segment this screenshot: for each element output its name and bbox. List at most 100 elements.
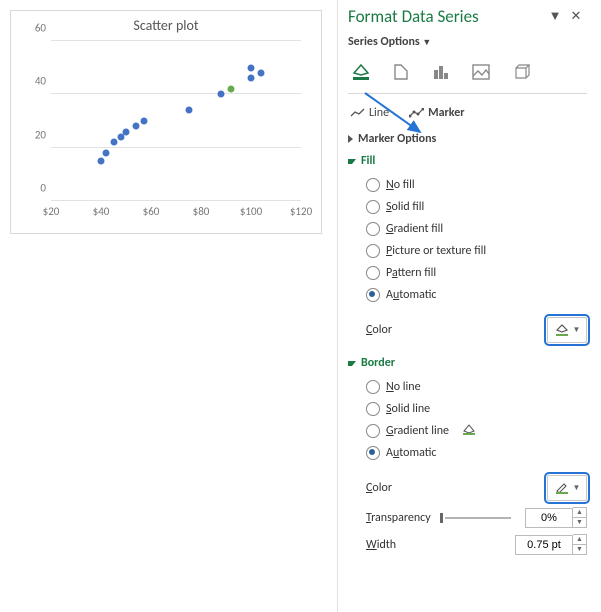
pane-window-controls: ▼ ✕ bbox=[546, 8, 585, 24]
radio-icon bbox=[366, 402, 380, 416]
chart[interactable]: Scatter plot 0204060$20$40$60$80$100$120 bbox=[10, 10, 322, 234]
fill-header-label: Fill bbox=[361, 154, 375, 168]
fill-option-grad[interactable]: Gradient fill bbox=[366, 218, 587, 240]
width-label: Width bbox=[366, 538, 396, 552]
y-axis-tick: 20 bbox=[18, 128, 46, 141]
data-point[interactable] bbox=[258, 70, 265, 77]
data-point[interactable] bbox=[98, 158, 105, 165]
radio-icon bbox=[366, 200, 380, 214]
border-option-label: Gradient line bbox=[386, 424, 449, 438]
transparency-spin[interactable]: ▲▼ bbox=[525, 507, 587, 528]
width-spin[interactable]: ▲▼ bbox=[515, 534, 587, 555]
fill-option-no[interactable]: No fill bbox=[366, 174, 587, 196]
tab-fill-line[interactable] bbox=[350, 61, 372, 83]
fill-options-list: No fill Solid fill Gradient fill Picture or… bbox=[348, 174, 587, 306]
data-point[interactable] bbox=[248, 75, 255, 82]
data-point[interactable] bbox=[218, 91, 225, 98]
border-option-auto[interactable]: Automatic bbox=[366, 442, 587, 464]
format-data-series-pane: Format Data Series ▼ ✕ Series Options ▼ bbox=[337, 0, 595, 612]
fill-option-label: No fill bbox=[386, 178, 415, 192]
fill-option-label: Picture or texture fill bbox=[386, 244, 486, 258]
line-icon bbox=[350, 108, 365, 118]
tab-3d[interactable] bbox=[510, 61, 532, 83]
border-option-label: Automatic bbox=[386, 446, 436, 460]
category-tabs bbox=[348, 61, 587, 94]
gradient-swatch-icon bbox=[455, 422, 479, 440]
data-point[interactable] bbox=[133, 123, 140, 130]
spin-down[interactable]: ▼ bbox=[573, 518, 586, 527]
chart-title: Scatter plot bbox=[11, 17, 321, 34]
width-input[interactable] bbox=[515, 535, 573, 555]
data-point[interactable] bbox=[185, 107, 192, 114]
fill-option-label: Solid fill bbox=[386, 200, 424, 214]
chevron-down-icon: ▼ bbox=[573, 483, 581, 493]
y-axis-tick: 0 bbox=[18, 182, 46, 195]
data-point[interactable] bbox=[110, 139, 117, 146]
border-options-list: No line Solid line Gradient line Automatic bbox=[348, 376, 587, 464]
fill-option-label: Gradient fill bbox=[386, 222, 443, 236]
chevron-down-icon: ▼ bbox=[573, 325, 581, 335]
border-option-grad[interactable]: Gradient line bbox=[366, 420, 587, 442]
data-point[interactable] bbox=[140, 118, 147, 125]
radio-icon bbox=[366, 266, 380, 280]
border-option-solid[interactable]: Solid line bbox=[366, 398, 587, 420]
paint-bucket-icon bbox=[554, 322, 570, 338]
fill-color-label: Color bbox=[366, 323, 392, 337]
border-option-no[interactable]: No line bbox=[366, 376, 587, 398]
tab-series-options[interactable] bbox=[430, 61, 452, 83]
fill-color-button[interactable]: ▼ bbox=[547, 317, 587, 343]
tab-line[interactable]: Line bbox=[350, 106, 389, 120]
data-point[interactable] bbox=[103, 150, 110, 157]
border-header-label: Border bbox=[361, 356, 395, 370]
fill-option-solid[interactable]: Solid fill bbox=[366, 196, 587, 218]
data-point[interactable] bbox=[123, 128, 130, 135]
series-options-dropdown[interactable]: Series Options ▼ bbox=[348, 35, 587, 49]
tab-line-label: Line bbox=[369, 106, 389, 120]
section-fill-header[interactable]: Fill bbox=[348, 154, 587, 168]
y-axis-tick: 40 bbox=[18, 75, 46, 88]
tab-marker[interactable]: Marker bbox=[409, 106, 464, 120]
x-axis-tick: $40 bbox=[93, 205, 110, 218]
radio-icon bbox=[366, 446, 380, 460]
section-border-header[interactable]: Border bbox=[348, 356, 587, 370]
transparency-input[interactable] bbox=[525, 508, 573, 528]
radio-icon bbox=[366, 178, 380, 192]
border-option-label: Solid line bbox=[386, 402, 430, 416]
spin-down[interactable]: ▼ bbox=[573, 545, 586, 554]
transparency-slider[interactable] bbox=[439, 511, 517, 525]
gridline bbox=[51, 200, 301, 201]
line-marker-tabs: Line Marker bbox=[348, 106, 587, 120]
pen-icon bbox=[554, 480, 570, 496]
fill-option-label: Automatic bbox=[386, 288, 436, 302]
border-option-label: No line bbox=[386, 380, 421, 394]
fill-option-patt[interactable]: Pattern fill bbox=[366, 262, 587, 284]
data-point[interactable] bbox=[248, 64, 255, 71]
series-options-label: Series Options bbox=[348, 35, 420, 49]
gridline bbox=[51, 40, 301, 41]
chevron-down-icon: ▼ bbox=[422, 37, 431, 48]
plot-area[interactable]: 0204060$20$40$60$80$100$120 bbox=[51, 41, 301, 201]
radio-icon bbox=[366, 424, 380, 438]
fill-option-auto[interactable]: Automatic bbox=[366, 284, 587, 306]
section-fill: Fill No fill Solid fill Gradient fill Pictu… bbox=[348, 154, 587, 346]
section-marker-options[interactable]: Marker Options bbox=[348, 132, 587, 146]
fill-option-label: Pattern fill bbox=[386, 266, 436, 280]
chevron-down-icon bbox=[348, 361, 356, 366]
tab-picture[interactable] bbox=[470, 61, 492, 83]
fill-option-pic[interactable]: Picture or texture fill bbox=[366, 240, 587, 262]
marker-icon bbox=[409, 108, 424, 118]
pane-title: Format Data Series bbox=[348, 6, 479, 27]
border-color-label: Color bbox=[366, 481, 392, 495]
y-axis-tick: 60 bbox=[18, 22, 46, 35]
pane-dropdown-icon[interactable]: ▼ bbox=[546, 8, 564, 24]
x-axis-tick: $20 bbox=[43, 205, 60, 218]
radio-icon bbox=[366, 288, 380, 302]
data-point-selected[interactable] bbox=[228, 86, 235, 93]
tab-effects[interactable] bbox=[390, 61, 412, 83]
section-border: Border No line Solid line Gradient line Aut… bbox=[348, 356, 587, 558]
x-axis-tick: $80 bbox=[193, 205, 210, 218]
radio-icon bbox=[366, 222, 380, 236]
pane-close-icon[interactable]: ✕ bbox=[567, 9, 585, 24]
border-color-button[interactable]: ▼ bbox=[547, 475, 587, 501]
x-axis-tick: $120 bbox=[290, 205, 312, 218]
